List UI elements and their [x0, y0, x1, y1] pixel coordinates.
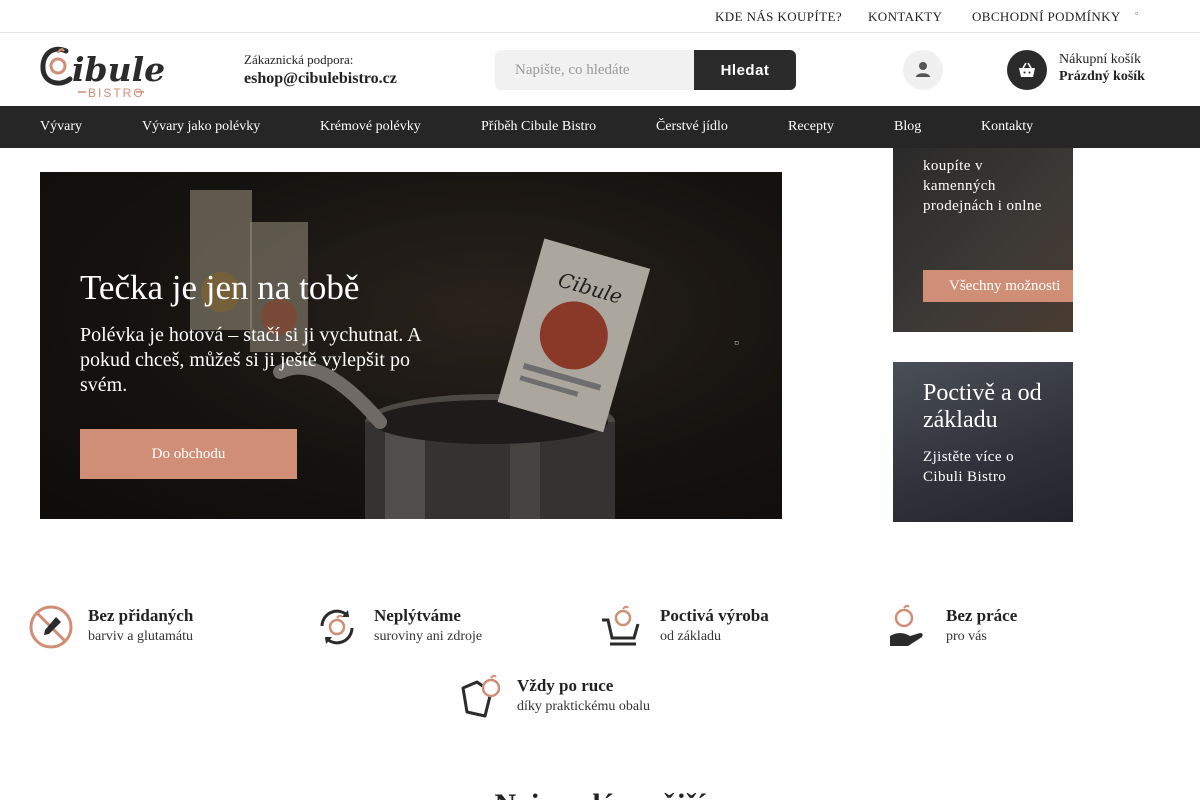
nav-item-recepty[interactable]: Recepty	[788, 119, 834, 135]
cart-title: Nákupní košík	[1059, 52, 1142, 67]
cart-onion-icon	[602, 605, 640, 646]
nav-item-blog[interactable]: Blog	[894, 119, 921, 135]
cart-status: Prázdný košík	[1059, 69, 1145, 84]
nav-item-kontakty[interactable]: Kontakty	[981, 119, 1033, 135]
support-email[interactable]: eshop@cibulebistro.cz	[244, 70, 397, 88]
feature-title: Poctivá výroba	[660, 606, 769, 625]
package-icon	[461, 674, 501, 718]
where-to-buy-link[interactable]: KDE NÁS KOUPÍTE?	[715, 9, 842, 25]
nav-item-pribeh[interactable]: Příběh Cibule Bistro	[481, 119, 596, 135]
hero-banner: Cibule Tečka je jen na tobě Polévka je h…	[40, 172, 782, 519]
search-button[interactable]: Hledat	[694, 50, 796, 90]
search-input[interactable]	[495, 50, 695, 90]
bestsellers-heading: Nejprodávanější	[0, 788, 1200, 800]
where-to-buy-text: koupíte v kamenných prodejnách i onlne	[923, 158, 1042, 214]
feature-subtitle: pro vás	[946, 629, 987, 644]
feature-title: Bez přidaných	[88, 606, 194, 625]
story-title: Poctivě a od základu	[923, 380, 1042, 433]
basket-icon	[1019, 62, 1035, 77]
feature-subtitle: díky praktickému obalu	[517, 699, 650, 714]
feature-title: Bez práce	[946, 606, 1018, 625]
nav-item-vyvary[interactable]: Vývary	[40, 119, 82, 135]
feature-subtitle: od základu	[660, 629, 722, 644]
contacts-link[interactable]: KONTAKTY	[868, 9, 942, 25]
hero-title: Tečka je jen na tobě	[80, 268, 360, 307]
lock-icon[interactable]: ▫	[1135, 8, 1138, 18]
support-label: Zákaznická podpora:	[244, 52, 354, 67]
nav-item-vyvary-polevky[interactable]: Vývary jako polévky	[142, 119, 260, 135]
user-icon	[916, 62, 930, 77]
cart-summary[interactable]: Nákupní košík Prázdný košík	[1059, 52, 1145, 85]
svg-text:ibule: ibule	[72, 50, 165, 89]
terms-link[interactable]: OBCHODNÍ PODMÍNKY	[972, 9, 1121, 25]
search-form: Hledat	[495, 50, 796, 90]
nav-item-kremove-polevky[interactable]: Krémové polévky	[320, 119, 421, 135]
recycle-icon	[320, 609, 354, 645]
main-nav: Vývary Vývary jako polévky Krémové polév…	[0, 106, 1200, 148]
where-to-buy-card[interactable]: koupíte v kamenných prodejnách i onlne V…	[893, 148, 1073, 332]
svg-text:BISTRO: BISTRO	[88, 86, 145, 100]
all-options-button[interactable]: Všechny možnosti	[923, 270, 1073, 302]
customer-support: Zákaznická podpora: eshop@cibulebistro.c…	[244, 52, 397, 88]
cart-button[interactable]	[1007, 50, 1047, 90]
hand-onion-icon	[890, 604, 923, 646]
feature-subtitle: barviv a glutamátu	[88, 629, 193, 644]
hero-subtitle: Polévka je hotová – stačí si ji vychutna…	[80, 324, 421, 396]
story-subtitle: Zjistěte více o Cibuli Bistro	[923, 449, 1014, 485]
logo[interactable]: ibule BISTRO	[40, 39, 180, 101]
header: ibule BISTRO Zákaznická podpora: eshop@c…	[0, 33, 1200, 106]
top-utility-bar: KDE NÁS KOUPÍTE? KONTAKTY OBCHODNÍ PODMÍ…	[0, 0, 1200, 33]
feature-title: Vždy po ruce	[517, 676, 614, 695]
shop-button[interactable]: Do obchodu	[80, 429, 297, 479]
no-additives-icon	[29, 605, 73, 649]
nav-item-cerstve-jidlo[interactable]: Čerstvé jídlo	[656, 119, 728, 135]
story-card[interactable]: Poctivě a od základu Zjistěte více o Cib…	[893, 362, 1073, 522]
feature-title: Neplýtváme	[374, 606, 461, 625]
chevron-right-icon[interactable]: ▫	[734, 336, 739, 352]
feature-subtitle: suroviny ani zdroje	[374, 629, 483, 644]
user-account-button[interactable]	[903, 50, 943, 90]
